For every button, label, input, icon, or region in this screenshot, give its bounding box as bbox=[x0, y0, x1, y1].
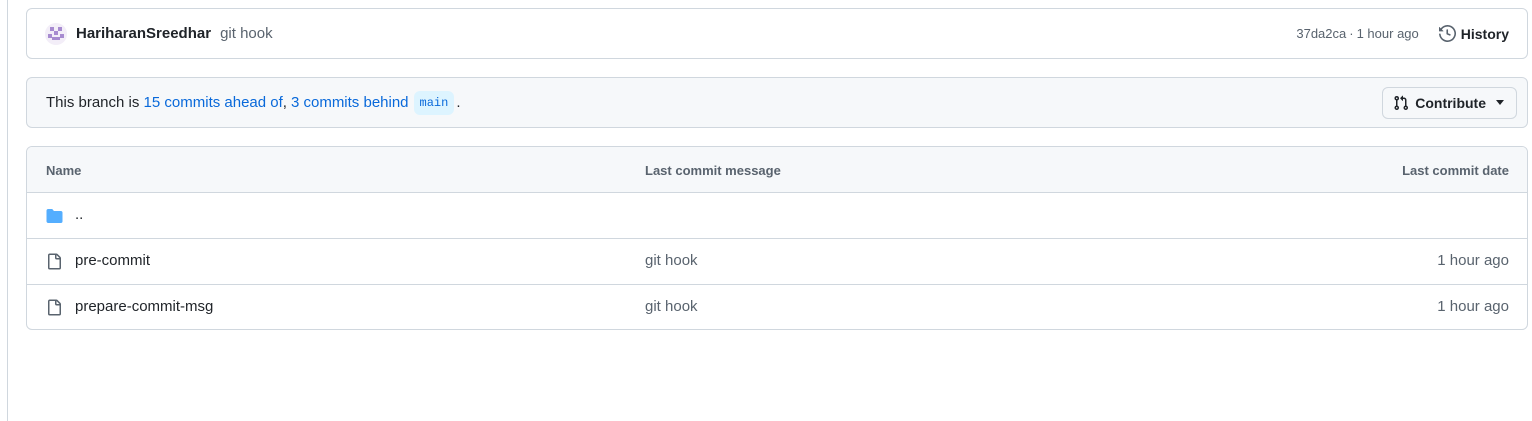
avatar[interactable] bbox=[45, 22, 67, 45]
commit-author[interactable]: HariharanSreedhar bbox=[76, 25, 211, 42]
row-commit-message-link[interactable]: git hook bbox=[645, 252, 698, 269]
commits-behind-link[interactable]: 3 commits behind bbox=[291, 94, 409, 111]
commits-ahead-link[interactable]: 15 commits ahead of bbox=[144, 94, 283, 111]
table-header: Name Last commit message Last commit dat… bbox=[27, 147, 1527, 193]
file-icon bbox=[48, 253, 61, 270]
contribute-button[interactable]: Contribute bbox=[1382, 86, 1517, 119]
parent-directory-row[interactable]: .. bbox=[27, 193, 1527, 239]
branch-status-text: This branch is 15 commits ahead of , 3 c… bbox=[46, 90, 461, 115]
history-label: History bbox=[1460, 25, 1509, 42]
commit-time: 1 hour ago bbox=[1356, 26, 1419, 41]
header-name: Name bbox=[46, 163, 82, 178]
file-table: Name Last commit message Last commit dat… bbox=[26, 146, 1528, 330]
header-last-commit-date: Last commit date bbox=[1402, 163, 1509, 178]
latest-commit-bar: HariharanSreedhar git hook 37da2ca · 1 h… bbox=[26, 8, 1528, 59]
commit-sha[interactable]: 37da2ca bbox=[1296, 26, 1346, 41]
history-icon bbox=[1438, 25, 1456, 42]
branch-status-comma: , bbox=[282, 94, 287, 111]
branch-status-bar: This branch is 15 commits ahead of , 3 c… bbox=[26, 77, 1528, 128]
row-commit-date: 1 hour ago bbox=[1437, 252, 1509, 269]
contribute-label: Contribute bbox=[1415, 94, 1486, 111]
base-branch-badge[interactable]: main bbox=[413, 90, 455, 115]
meta-separator: · bbox=[1349, 26, 1354, 41]
commit-meta: 37da2ca · 1 hour ago History bbox=[1296, 25, 1509, 42]
parent-directory-link[interactable]: .. bbox=[75, 206, 83, 223]
folder-icon bbox=[46, 209, 63, 223]
caret-down-icon bbox=[1496, 100, 1504, 105]
pull-request-icon bbox=[1394, 95, 1409, 110]
table-row: prepare-commit-msg git hook 1 hour ago bbox=[27, 285, 1527, 329]
commit-message[interactable]: git hook bbox=[220, 25, 273, 42]
branch-status-suffix: . bbox=[456, 94, 461, 111]
file-icon bbox=[48, 299, 61, 316]
table-row: pre-commit git hook 1 hour ago bbox=[27, 239, 1527, 285]
row-commit-date: 1 hour ago bbox=[1437, 298, 1509, 315]
header-last-commit-message: Last commit message bbox=[645, 163, 781, 178]
row-commit-message-link[interactable]: git hook bbox=[645, 298, 698, 315]
file-name-link[interactable]: prepare-commit-msg bbox=[75, 298, 213, 315]
history-button[interactable]: History bbox=[1438, 25, 1509, 42]
file-name-link[interactable]: pre-commit bbox=[75, 252, 150, 269]
left-divider bbox=[7, 0, 8, 421]
branch-status-prefix: This branch is bbox=[46, 94, 144, 111]
